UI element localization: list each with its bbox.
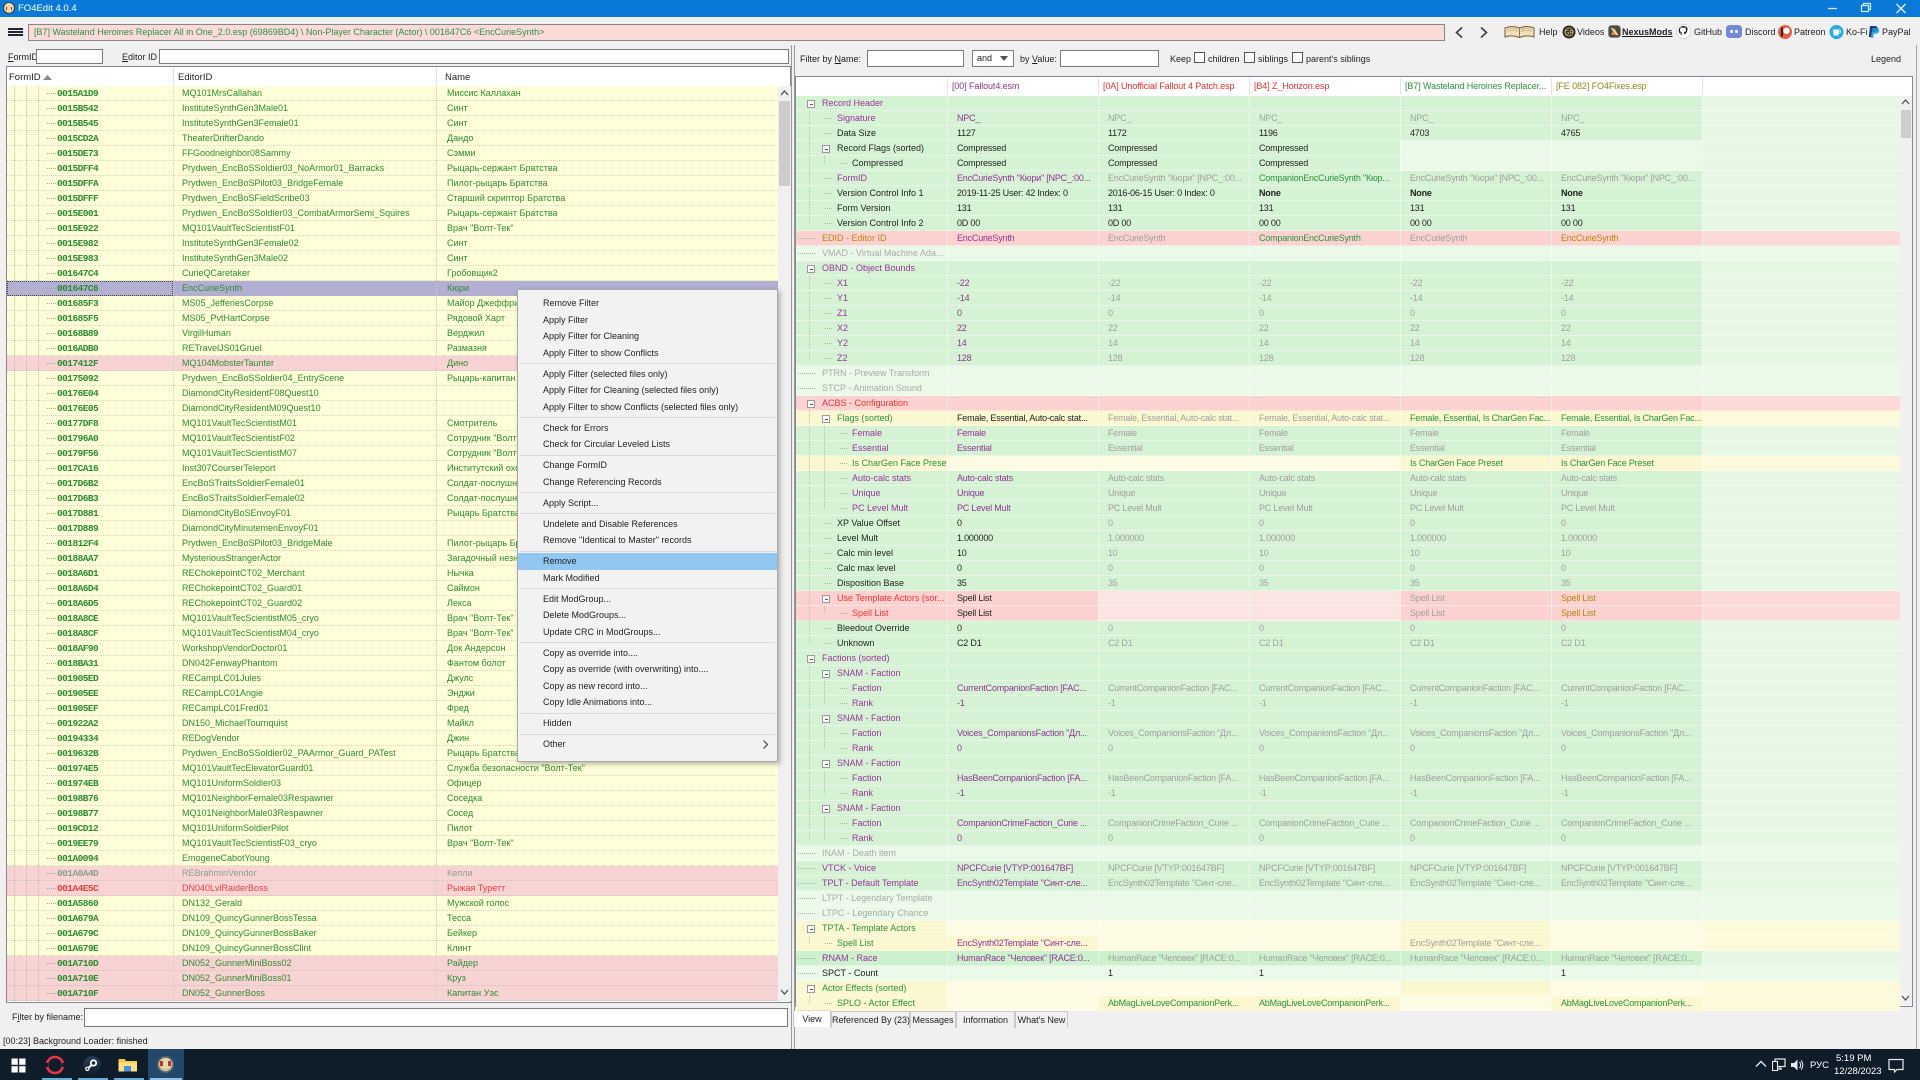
svg-text:GP: GP	[1565, 31, 1574, 37]
